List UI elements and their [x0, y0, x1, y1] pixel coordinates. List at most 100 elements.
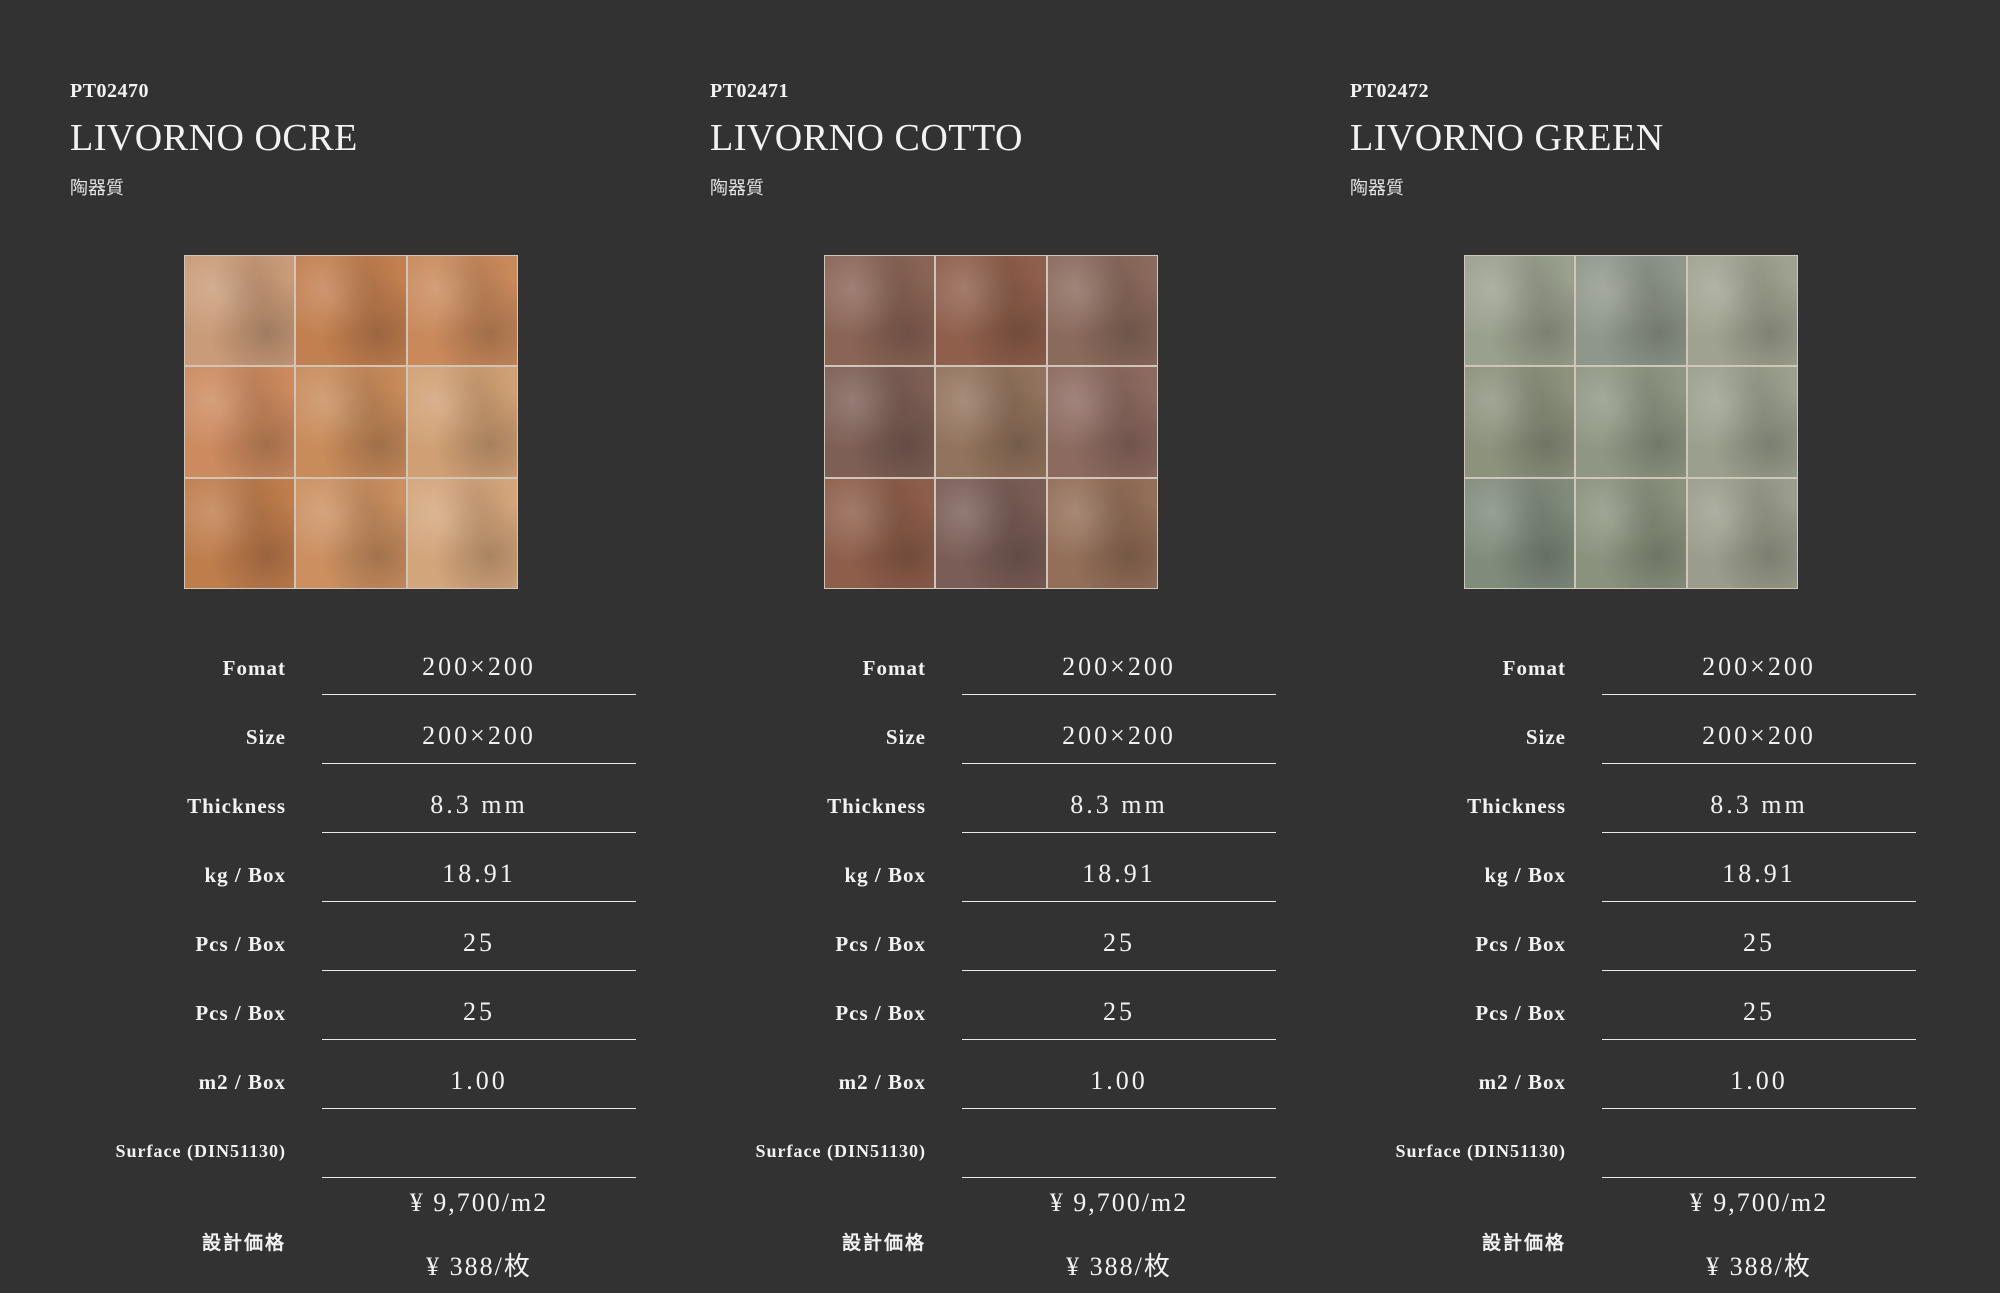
spec-row: Size 200×200	[1280, 705, 1920, 774]
price-label: 設計価格	[841, 1232, 926, 1254]
tile-square	[407, 478, 517, 588]
spec-row: Pcs / Box 25	[640, 912, 1280, 981]
spec-value: 200×200	[322, 636, 636, 695]
spec-label: Thickness	[1467, 794, 1566, 818]
spec-label: Surface (DIN51130)	[755, 1141, 926, 1161]
tile-square	[936, 256, 1046, 366]
price-label: 設計価格	[201, 1232, 286, 1254]
spec-row: Surface (DIN51130)	[640, 1119, 1280, 1188]
spec-value: 200×200	[962, 705, 1276, 764]
spec-value: 25	[322, 981, 636, 1040]
spec-row: Pcs / Box 25	[0, 912, 640, 981]
tile-square	[825, 367, 935, 477]
product-name: LIVORNO OCRE	[70, 117, 358, 159]
tile-square	[1465, 367, 1575, 477]
spec-label: Thickness	[827, 794, 926, 818]
spec-label: Thickness	[187, 794, 286, 818]
spec-value	[1602, 1119, 1916, 1178]
spec-label: Size	[885, 725, 926, 749]
spec-value: 1.00	[1602, 1050, 1916, 1109]
spec-label: Size	[1525, 725, 1566, 749]
tile-square	[296, 256, 406, 366]
tile-square	[936, 478, 1046, 588]
spec-label: m2 / Box	[1478, 1070, 1566, 1094]
tile-square	[1047, 478, 1157, 588]
spec-row: Size 200×200	[0, 705, 640, 774]
spec-label: m2 / Box	[838, 1070, 926, 1094]
spec-row: kg / Box 18.91	[0, 843, 640, 912]
spec-row: Surface (DIN51130)	[0, 1119, 640, 1188]
spec-value: 25	[1602, 981, 1916, 1040]
tile-square	[1047, 256, 1157, 366]
price-per-piece: ¥ 388/枚	[1066, 1252, 1172, 1281]
spec-row: Thickness 8.3 mm	[640, 774, 1280, 843]
spec-label: Surface (DIN51130)	[115, 1141, 286, 1161]
product-card: PT02470 LIVORNO OCRE 陶器質 Fomat 200×200 Siz…	[0, 0, 640, 1293]
spec-value: 8.3 mm	[1602, 774, 1916, 833]
spec-label: Pcs / Box	[195, 1001, 286, 1025]
product-name: LIVORNO GREEN	[1350, 117, 1664, 159]
product-material: 陶器質	[710, 178, 764, 199]
product-code: PT02472	[1350, 80, 1430, 102]
spec-label: Pcs / Box	[195, 932, 286, 956]
spec-label: Pcs / Box	[835, 1001, 926, 1025]
spec-row: Surface (DIN51130)	[1280, 1119, 1920, 1188]
spec-value	[962, 1119, 1276, 1178]
spec-value: 25	[962, 912, 1276, 971]
tile-square	[185, 256, 295, 366]
spec-value: 8.3 mm	[962, 774, 1276, 833]
spec-label: Size	[245, 725, 286, 749]
tile-square	[1687, 478, 1797, 588]
tile-square	[296, 478, 406, 588]
tile-square	[936, 367, 1046, 477]
product-catalog-page: PT02470 LIVORNO OCRE 陶器質 Fomat 200×200 Siz…	[0, 0, 2000, 1293]
price-per-m2: ¥ 9,700/m2	[1049, 1188, 1189, 1217]
tile-swatch-image	[824, 255, 1158, 589]
spec-value: 200×200	[1602, 705, 1916, 764]
product-card: PT02471 LIVORNO COTTO 陶器質 Fomat 200×200 Si…	[640, 0, 1280, 1293]
spec-row: Fomat 200×200	[0, 636, 640, 705]
spec-value: 200×200	[1602, 636, 1916, 695]
spec-label: Pcs / Box	[1475, 932, 1566, 956]
tile-square	[1576, 478, 1686, 588]
spec-row: m2 / Box 1.00	[0, 1050, 640, 1119]
spec-label: Pcs / Box	[1475, 1001, 1566, 1025]
tile-square	[825, 256, 935, 366]
product-name: LIVORNO COTTO	[710, 117, 1023, 159]
tile-swatch-image	[184, 255, 518, 589]
price-per-piece: ¥ 388/枚	[1706, 1252, 1812, 1281]
spec-value: 1.00	[322, 1050, 636, 1109]
spec-value: 18.91	[1602, 843, 1916, 902]
spec-value: 18.91	[322, 843, 636, 902]
product-material: 陶器質	[70, 178, 124, 199]
spec-value: 25	[322, 912, 636, 971]
spec-row: Thickness 8.3 mm	[0, 774, 640, 843]
product-code: PT02470	[70, 80, 150, 102]
spec-row: Fomat 200×200	[640, 636, 1280, 705]
spec-table: Fomat 200×200 Size 200×200 Thickness 8.3 mm kg…	[640, 636, 1280, 1293]
spec-value: 200×200	[962, 636, 1276, 695]
price-per-piece: ¥ 388/枚	[426, 1252, 532, 1281]
price-per-m2: ¥ 9,700/m2	[409, 1188, 549, 1217]
spec-row: Thickness 8.3 mm	[1280, 774, 1920, 843]
spec-value: 8.3 mm	[322, 774, 636, 833]
spec-value	[322, 1119, 636, 1178]
spec-label: Surface (DIN51130)	[1395, 1141, 1566, 1161]
tile-square	[1465, 478, 1575, 588]
spec-label: Fomat	[862, 656, 926, 680]
spec-row: Pcs / Box 25	[1280, 912, 1920, 981]
spec-label: kg / Box	[844, 863, 926, 887]
tile-square	[1576, 256, 1686, 366]
price-row: 設計価格 ¥ 9,700/m2 ¥ 388/枚	[640, 1188, 1280, 1293]
price-per-m2: ¥ 9,700/m2	[1689, 1188, 1829, 1217]
tile-swatch-image	[1464, 255, 1798, 589]
spec-value: 18.91	[962, 843, 1276, 902]
price-row: 設計価格 ¥ 9,700/m2 ¥ 388/枚	[1280, 1188, 1920, 1293]
product-code: PT02471	[710, 80, 790, 102]
spec-label: m2 / Box	[198, 1070, 286, 1094]
spec-label: Pcs / Box	[835, 932, 926, 956]
product-card: PT02472 LIVORNO GREEN 陶器質 Fomat 200×200 Si…	[1280, 0, 1920, 1293]
price-label: 設計価格	[1481, 1232, 1566, 1254]
spec-value: 25	[962, 981, 1276, 1040]
tile-square	[1687, 256, 1797, 366]
